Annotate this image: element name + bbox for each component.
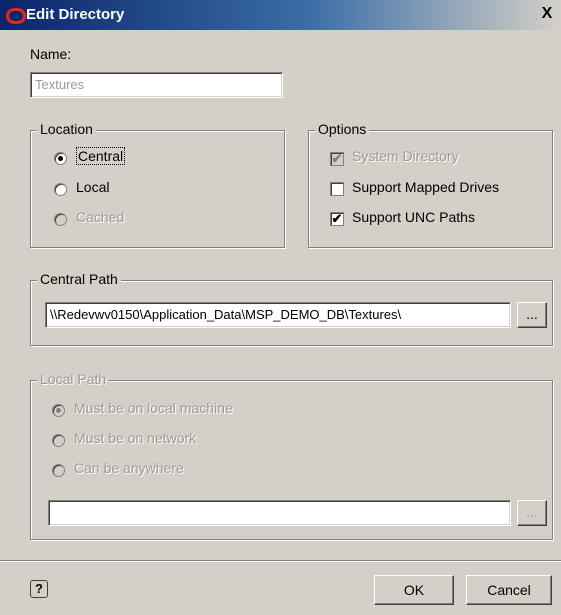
- name-input[interactable]: Textures: [30, 72, 283, 98]
- must-be-network-radio: [52, 434, 65, 447]
- must-be-local-radio: [52, 404, 65, 417]
- ok-button[interactable]: OK: [374, 575, 454, 605]
- location-cached-radio: [54, 213, 67, 226]
- location-central-text: Central: [76, 147, 126, 165]
- options-legend: Options: [315, 121, 370, 137]
- local-path-input: [48, 500, 511, 526]
- can-be-anywhere-label: Can be anywhere: [74, 460, 184, 476]
- support-mapped-drives-checkbox[interactable]: [330, 182, 344, 196]
- location-group: Location: [30, 121, 285, 248]
- close-button[interactable]: X: [539, 5, 555, 23]
- central-path-legend: Central Path: [37, 271, 121, 287]
- location-cached-label: Cached: [76, 209, 125, 225]
- cancel-button[interactable]: Cancel: [466, 575, 552, 605]
- edit-directory-dialog: Edit Directory X Name: Textures Location…: [0, 0, 561, 615]
- central-path-browse-button[interactable]: ...: [517, 302, 547, 328]
- location-central-label[interactable]: Central: [76, 147, 126, 165]
- location-central-radio[interactable]: [54, 152, 67, 165]
- support-mapped-drives-label[interactable]: Support Mapped Drives: [352, 179, 499, 195]
- support-unc-paths-label[interactable]: Support UNC Paths: [352, 209, 475, 225]
- location-local-label[interactable]: Local: [76, 179, 109, 195]
- location-legend: Location: [37, 121, 96, 137]
- must-be-local-label: Must be on local machine: [74, 400, 233, 416]
- local-path-legend: Local Path: [37, 371, 110, 387]
- can-be-anywhere-radio: [52, 464, 65, 477]
- must-be-network-label: Must be on network: [74, 430, 197, 446]
- system-directory-label: System Directory: [352, 148, 459, 164]
- support-unc-paths-checkbox[interactable]: ✔: [330, 212, 344, 226]
- oracle-logo-icon: [6, 8, 26, 24]
- location-local-radio[interactable]: [54, 183, 67, 196]
- local-path-browse-button: ...: [517, 500, 547, 526]
- central-path-input[interactable]: \\Redevwv0150\Application_Data\MSP_DEMO_…: [45, 302, 511, 328]
- title-bar: Edit Directory X: [0, 0, 561, 30]
- help-icon[interactable]: ?: [30, 580, 48, 598]
- dialog-title: Edit Directory: [26, 6, 125, 23]
- footer-separator: [0, 560, 561, 562]
- name-label: Name:: [30, 46, 72, 62]
- system-directory-checkbox: ✔: [330, 151, 344, 166]
